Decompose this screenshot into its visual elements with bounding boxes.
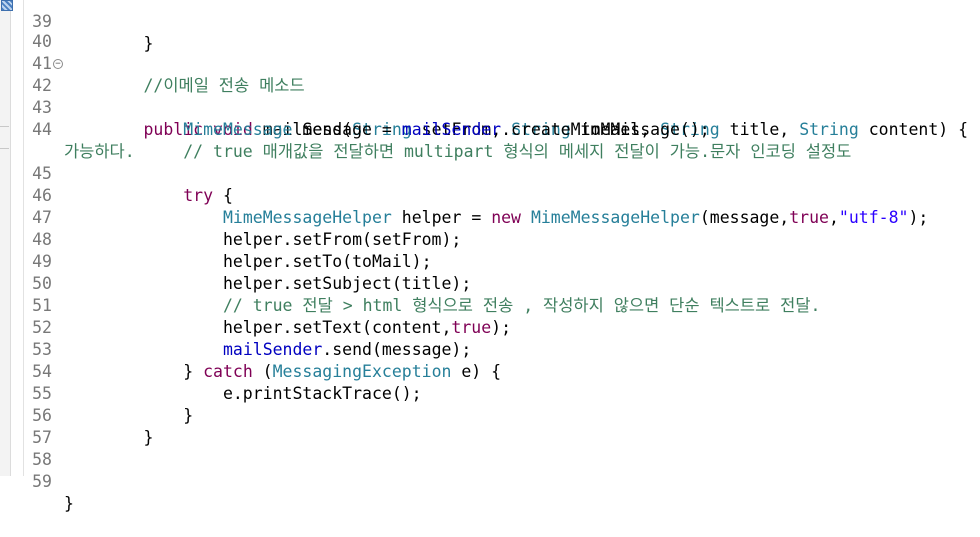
code-line[interactable]: 59 } <box>0 449 74 513</box>
code-text[interactable]: } <box>64 493 74 515</box>
code-text[interactable]: mailSender.send(message); <box>64 339 471 361</box>
code-line[interactable]: 50 // true 전달 > html 형식으로 전송 , 작성하지 않으면 … <box>0 251 820 315</box>
code-text[interactable]: helper.setSubject(title); <box>64 273 471 295</box>
code-text[interactable]: } <box>64 33 153 55</box>
code-line[interactable]: 53 } catch (MessagingException e) { <box>0 317 501 381</box>
code-comment-wrap[interactable]: 가능하다. <box>64 141 135 163</box>
code-line[interactable]: 48 helper.setTo(toMail); <box>0 207 431 271</box>
fold-collapse-icon[interactable]: − <box>53 59 63 69</box>
code-text[interactable]: try { <box>64 185 233 207</box>
code-comment[interactable]: //이메일 전송 메소드 <box>64 75 304 97</box>
code-line[interactable]: 52 mailSender.send(message); <box>0 295 471 359</box>
code-comment[interactable]: // true 전달 > html 형식으로 전송 , 작성하지 않으면 단순 … <box>64 295 821 317</box>
code-line-wrapped[interactable]: 가능하다. <box>0 119 135 161</box>
code-text[interactable]: } <box>64 427 153 449</box>
code-line[interactable]: 55 } <box>0 361 193 425</box>
code-line[interactable]: 47 helper.setFrom(setFrom); <box>0 185 461 249</box>
code-comment[interactable]: // true 매개값을 전달하면 multipart 형식의 메세지 전달이 … <box>64 141 851 163</box>
code-line[interactable]: 49 helper.setSubject(title); <box>0 229 471 293</box>
code-line[interactable]: 45 try { <box>0 141 233 205</box>
line-number: 59 <box>32 472 52 491</box>
code-text[interactable]: helper.setFrom(setFrom); <box>64 229 461 251</box>
code-line[interactable]: 58 <box>0 427 52 469</box>
code-text[interactable]: } catch (MessagingException e) { <box>64 361 501 383</box>
code-text[interactable]: MimeMessage message = mailSender.createM… <box>64 119 710 141</box>
code-text[interactable]: } <box>64 405 193 427</box>
code-text[interactable]: e.printStackTrace(); <box>64 383 422 405</box>
code-line[interactable]: 43 MimeMessage message = mailSender.crea… <box>0 75 710 139</box>
code-line[interactable]: 56 } <box>0 383 153 447</box>
code-line[interactable]: 51 helper.setText(content,true); <box>0 273 511 337</box>
code-text[interactable]: MimeMessageHelper helper = new MimeMessa… <box>64 207 928 229</box>
code-line[interactable]: 41 //이메일 전송 메소드 <box>0 31 305 95</box>
code-editor[interactable]: 39 } 40 41 //이메일 전송 메소드 42 − public void… <box>0 0 980 513</box>
code-line[interactable]: 57 <box>0 405 52 447</box>
code-text[interactable]: helper.setText(content,true); <box>64 317 511 339</box>
code-line[interactable]: 42 − public void mailSend(String setFrom… <box>0 53 968 139</box>
code-line[interactable]: 46 MimeMessageHelper helper = new MimeMe… <box>0 163 928 227</box>
code-line[interactable]: 40 <box>0 9 52 51</box>
code-line[interactable]: 44 // true 매개값을 전달하면 multipart 형식의 메세지 전… <box>0 97 851 161</box>
code-text[interactable]: helper.setTo(toMail); <box>64 251 432 273</box>
code-line[interactable]: 54 e.printStackTrace(); <box>0 339 422 403</box>
